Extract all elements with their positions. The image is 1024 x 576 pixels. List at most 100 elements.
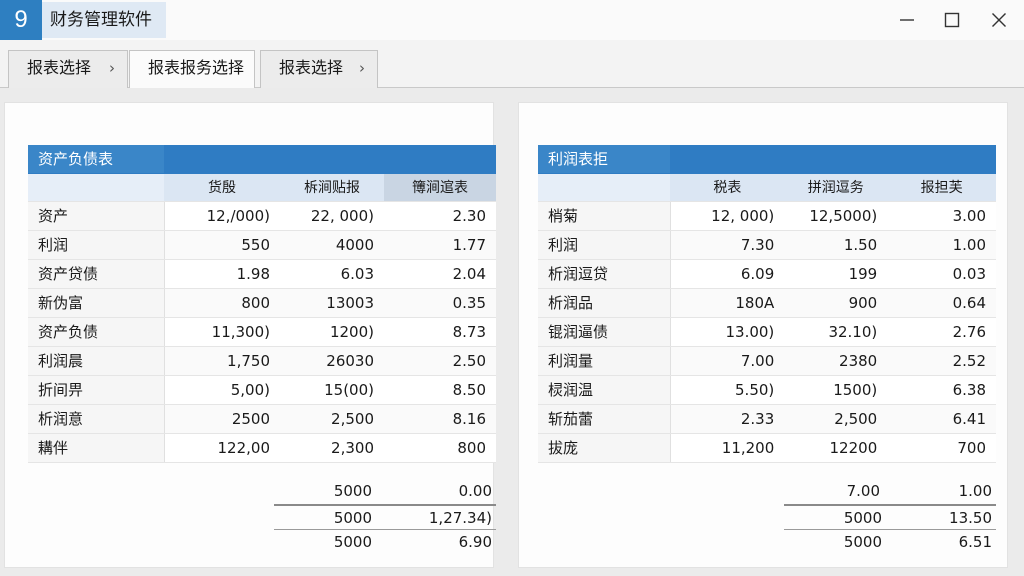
total-row: 7.00 1.00	[538, 479, 996, 504]
maximize-button[interactable]	[929, 0, 975, 40]
total-row: 5000 6.90	[274, 529, 496, 554]
row-label: 新伪富	[28, 288, 165, 318]
total-value: 5000	[333, 509, 372, 527]
table-row[interactable]: 耩伴 122,00 2,300 800	[28, 433, 496, 463]
row-label: 析润品	[538, 288, 671, 318]
table-row[interactable]: 折间畀 5,00) 15(00) 8.50	[28, 375, 496, 405]
table-row[interactable]: 利润 7.30 1.50 1.00	[538, 230, 996, 260]
tab-label: 报表选择	[279, 58, 344, 77]
table-cell: 180A	[670, 288, 785, 318]
minimize-button[interactable]	[884, 0, 930, 40]
chevron-right-icon: ›	[109, 59, 115, 77]
table-cell: 13003	[280, 288, 384, 318]
table-cell: 8.50	[384, 375, 496, 405]
table-cell: 2,500	[784, 404, 888, 434]
table-cell: 15(00)	[280, 375, 384, 405]
total-value: 7.00	[846, 482, 880, 500]
row-label: 棂润温	[538, 375, 671, 405]
table-cell: 7.00	[670, 346, 785, 376]
table-title-row: 资产负债表	[28, 145, 496, 174]
column-header[interactable]: 货殷	[164, 173, 280, 202]
table-cell: 2.50	[384, 346, 496, 376]
tab-report-select-2[interactable]: 报表选择 ›	[260, 50, 378, 88]
column-header-blank	[28, 173, 164, 202]
total-value: 0.00	[458, 482, 492, 500]
table-title: 利润表拒	[538, 145, 671, 174]
table-cell: 1.50	[784, 230, 888, 260]
table-cell: 2,300	[280, 433, 384, 463]
table-row[interactable]: 利润 550 4000 1.77	[28, 230, 496, 260]
tab-report-select-1[interactable]: 报表选择 ›	[8, 50, 128, 88]
row-label: 利润	[28, 230, 165, 260]
row-label: 耩伴	[28, 433, 165, 463]
row-label: 资产负债	[28, 317, 165, 347]
maximize-icon	[944, 12, 960, 28]
table-row[interactable]: 斩茄蕾 2.33 2,500 6.41	[538, 404, 996, 434]
totals-section: 5000 0.00 5000 1,27.34) 5000 6.90	[28, 479, 496, 554]
row-label: 析润逗贷	[538, 259, 671, 289]
row-label: 资产贷债	[28, 259, 165, 289]
total-row: 5000 0.00	[28, 479, 496, 504]
tab-label: 报表选择	[27, 58, 92, 77]
close-icon	[992, 13, 1006, 27]
table-row[interactable]: 资产贷债 1.98 6.03 2.04	[28, 259, 496, 289]
table-row[interactable]: 利润量 7.00 2380 2.52	[538, 346, 996, 376]
total-value: 6.90	[458, 533, 492, 551]
column-header-row: 税表 拼润逗务 报担芙	[538, 173, 996, 202]
table-cell: 3.00	[887, 201, 996, 231]
table-cell: 12200	[784, 433, 888, 463]
table-title-row: 利润表拒	[538, 145, 996, 174]
table-row[interactable]: 资产 12,/000) 22, 000) 2.30	[28, 201, 496, 231]
table-cell: 2.33	[670, 404, 785, 434]
table-cell: 800	[384, 433, 496, 463]
table-cell: 550	[164, 230, 280, 260]
table-cell: 6.38	[887, 375, 996, 405]
table-row[interactable]: 析润品 180A 900 0.64	[538, 288, 996, 318]
row-label: 锟润逼债	[538, 317, 671, 347]
column-header[interactable]: 税表	[670, 173, 785, 202]
table-cell: 2.52	[887, 346, 996, 376]
tab-bar: 报表选择 › 报表报务选择 报表选择 ›	[0, 40, 1024, 89]
table-row[interactable]: 利润晨 1,750 26030 2.50	[28, 346, 496, 376]
column-header[interactable]: 柝涧贴报	[280, 173, 384, 202]
table-cell: 1200)	[280, 317, 384, 347]
tab-report-service-select[interactable]: 报表报务选择	[129, 50, 255, 89]
income-statement-table: 利润表拒 税表 拼润逗务 报担芙 梢菊 12, 000) 12,5000) 3.…	[538, 145, 996, 463]
table-cell: 8.73	[384, 317, 496, 347]
table-cell: 2.30	[384, 201, 496, 231]
table-cell: 1.98	[164, 259, 280, 289]
table-cell: 6.09	[670, 259, 785, 289]
total-row: 5000 1,27.34)	[274, 504, 496, 529]
table-cell: 11,200	[670, 433, 785, 463]
table-cell: 26030	[280, 346, 384, 376]
table-cell: 7.30	[670, 230, 785, 260]
table-row[interactable]: 资产负债 11,300) 1200) 8.73	[28, 317, 496, 347]
table-title-fill	[164, 145, 496, 174]
main-area: 资产负债表 货殷 柝涧贴报 簙涧逭表 资产 12,/000) 22, 000) …	[0, 88, 1024, 576]
table-cell: 2,500	[280, 404, 384, 434]
total-value: 5000	[843, 509, 882, 527]
table-row[interactable]: 梢菊 12, 000) 12,5000) 3.00	[538, 201, 996, 231]
title-bar: 9 财务管理软件	[0, 0, 1024, 40]
close-button[interactable]	[976, 0, 1022, 40]
column-header[interactable]: 簙涧逭表	[384, 173, 496, 202]
row-label: 资产	[28, 201, 165, 231]
table-row[interactable]: 拔庞 11,200 12200 700	[538, 433, 996, 463]
balance-sheet-table: 资产负债表 货殷 柝涧贴报 簙涧逭表 资产 12,/000) 22, 000) …	[28, 145, 496, 463]
table-cell: 6.41	[887, 404, 996, 434]
column-header[interactable]: 拼润逗务	[784, 173, 888, 202]
table-cell: 2500	[164, 404, 280, 434]
row-label: 梢菊	[538, 201, 671, 231]
table-cell: 11,300)	[164, 317, 280, 347]
tab-label: 报表报务选择	[148, 58, 245, 77]
table-row[interactable]: 棂润温 5.50) 1500) 6.38	[538, 375, 996, 405]
table-row[interactable]: 析润逗贷 6.09 199 0.03	[538, 259, 996, 289]
column-header-blank	[538, 173, 671, 202]
table-row[interactable]: 锟润逼债 13.00) 32.10) 2.76	[538, 317, 996, 347]
table-row[interactable]: 新伪富 800 13003 0.35	[28, 288, 496, 318]
row-label: 折间畀	[28, 375, 165, 405]
table-row[interactable]: 析润意 2500 2,500 8.16	[28, 404, 496, 434]
table-cell: 5,00)	[164, 375, 280, 405]
column-header[interactable]: 报担芙	[887, 173, 996, 202]
row-label: 斩茄蕾	[538, 404, 671, 434]
